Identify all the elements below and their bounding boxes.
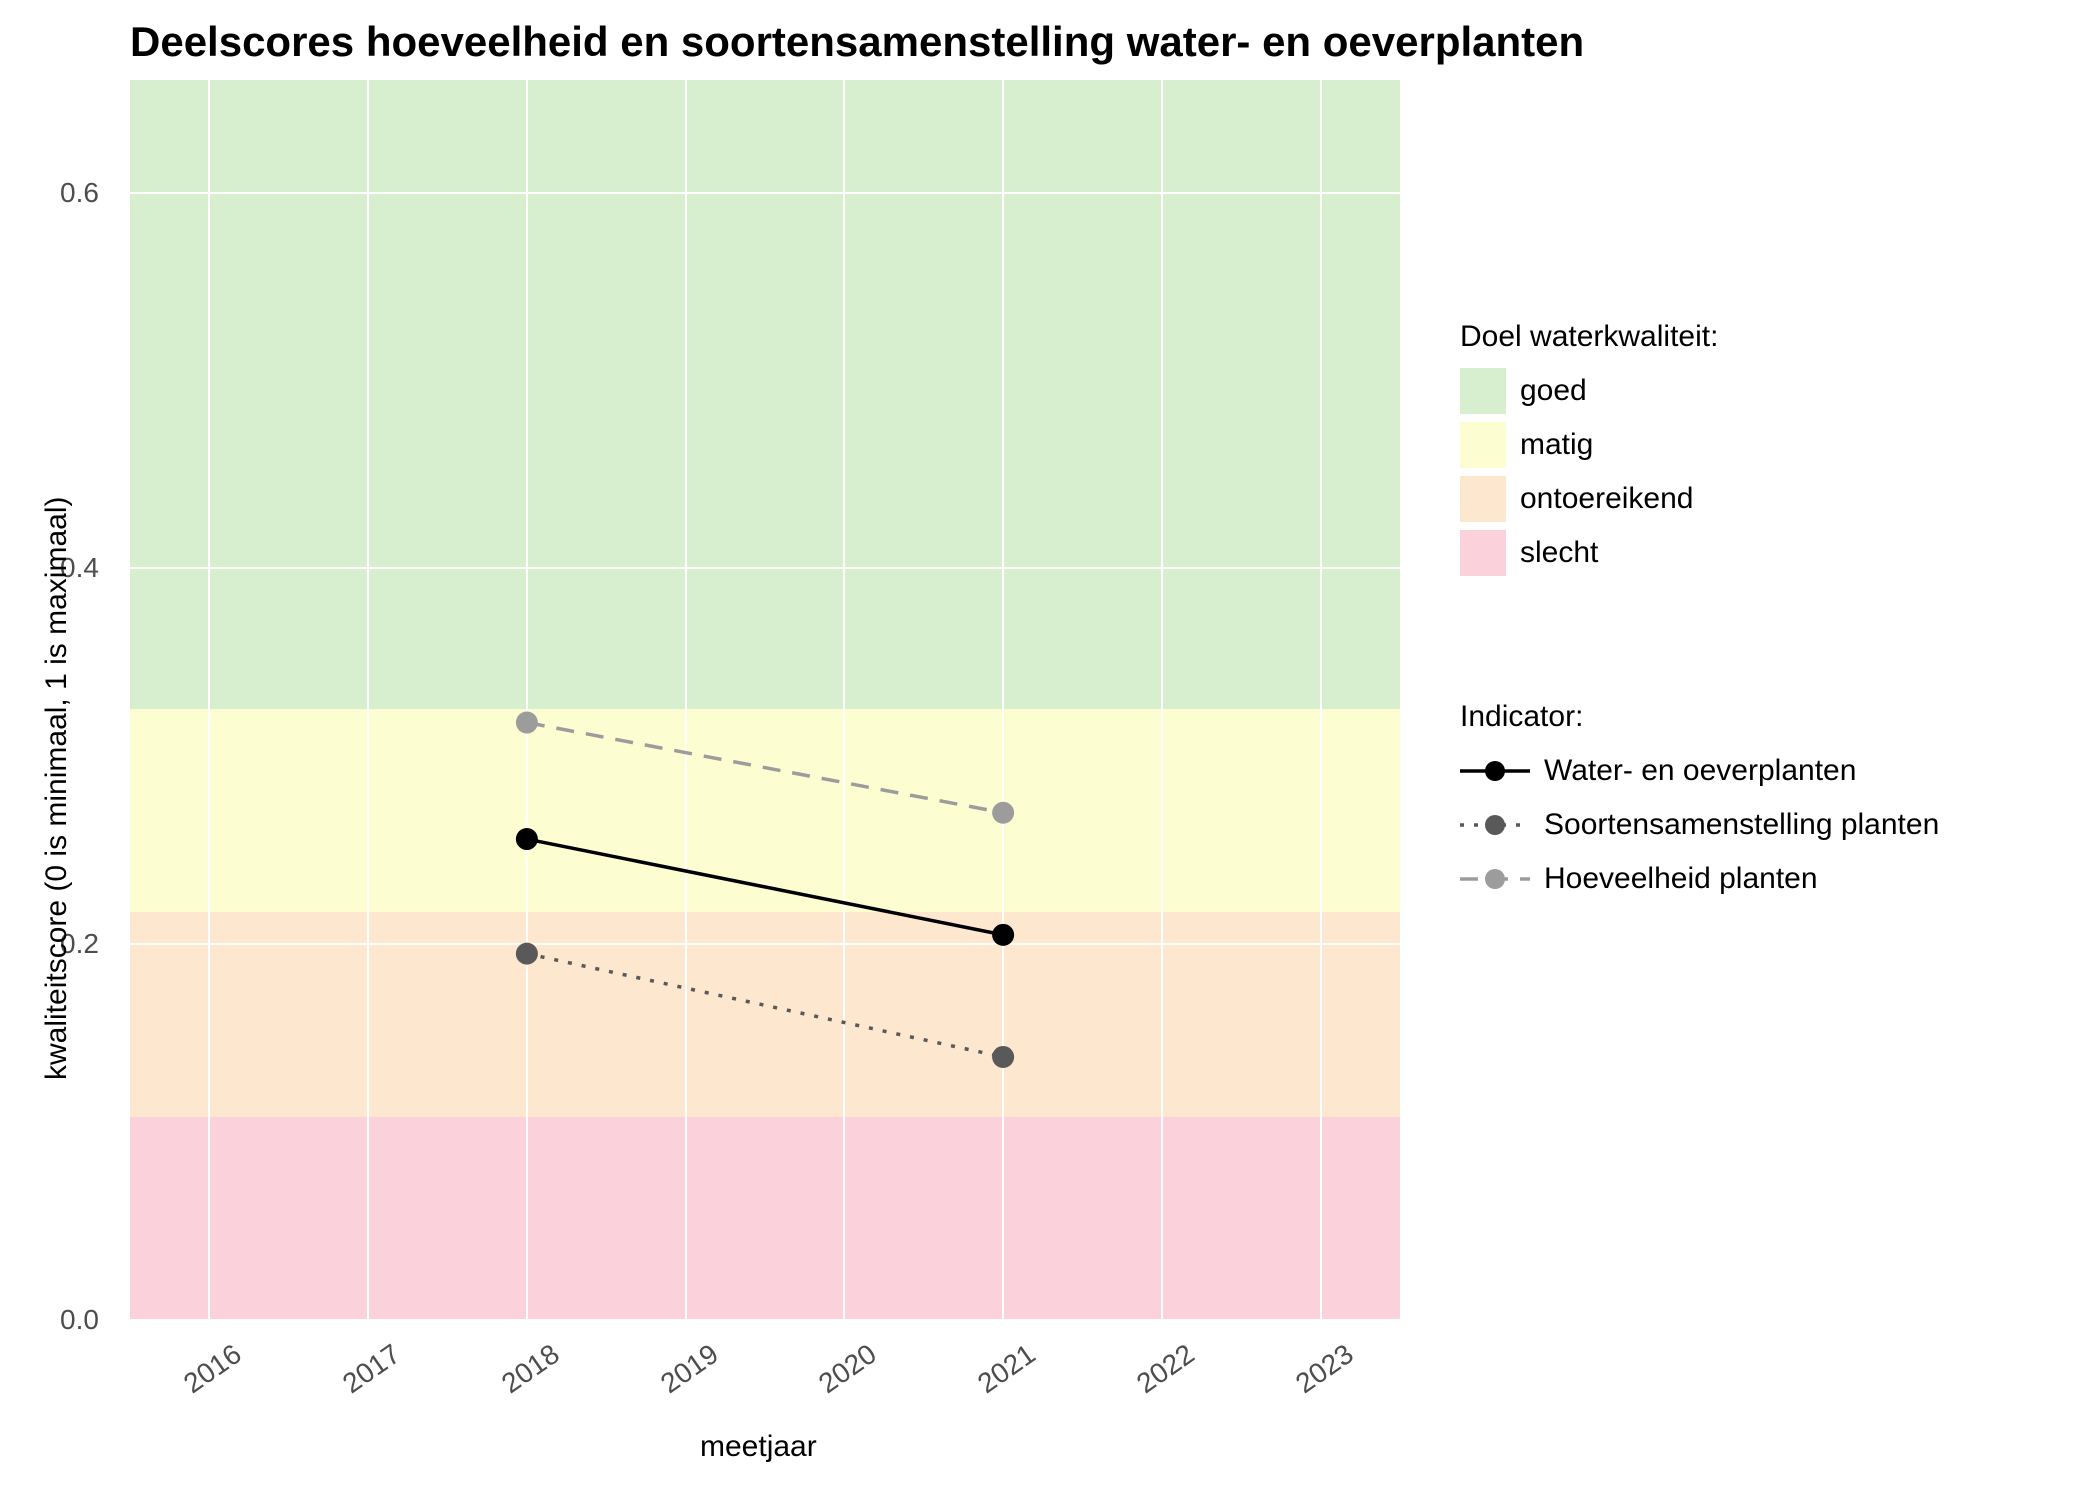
legend-item-ontoereikend: ontoereikend [1460, 476, 1718, 522]
legend-item-goed: goed [1460, 368, 1718, 414]
x-tick-label: 2020 [799, 1338, 883, 1410]
series-line [527, 723, 1003, 813]
x-tick-label: 2023 [1275, 1338, 1359, 1410]
legend-swatch [1460, 368, 1506, 414]
legend-label: Soortensamenstelling planten [1544, 808, 1939, 842]
legend-label: matig [1520, 428, 1593, 462]
legend-item-slecht: slecht [1460, 530, 1718, 576]
data-point [992, 924, 1014, 946]
data-point [516, 828, 538, 850]
legend-indicator: Indicator: Water- en oeverplanten Soorten… [1460, 700, 1939, 910]
legend-swatch [1460, 476, 1506, 522]
legend-swatch [1460, 530, 1506, 576]
legend-indicator-title: Indicator: [1460, 700, 1939, 734]
legend-item-series: Soortensamenstelling planten [1460, 802, 1939, 848]
series-line [527, 839, 1003, 935]
y-axis-label: kwaliteitscore (0 is minimaal, 1 is maxi… [40, 497, 74, 1080]
legend-label: ontoereikend [1520, 482, 1693, 516]
legend-line-swatch [1460, 810, 1530, 840]
x-axis-label: meetjaar [700, 1430, 817, 1464]
chart-title: Deelscores hoeveelheid en soortensamenst… [130, 18, 1584, 66]
legend-line-swatch [1460, 756, 1530, 786]
y-tick-label: 0.0 [60, 1304, 99, 1336]
legend-quality: Doel waterkwaliteit: goed matig ontoereike… [1460, 320, 1718, 584]
x-tick-label: 2021 [958, 1338, 1042, 1410]
y-tick-label: 0.6 [60, 177, 99, 209]
data-point [992, 1046, 1014, 1068]
data-point [992, 802, 1014, 824]
legend-label: Water- en oeverplanten [1544, 754, 1856, 788]
legend-quality-title: Doel waterkwaliteit: [1460, 320, 1718, 354]
legend-item-matig: matig [1460, 422, 1718, 468]
series-line [527, 954, 1003, 1057]
data-point [516, 943, 538, 965]
data-point [516, 712, 538, 734]
legend-label: Hoeveelheid planten [1544, 862, 1818, 896]
x-tick-label: 2016 [164, 1338, 248, 1410]
legend-label: slecht [1520, 536, 1598, 570]
legend-item-series: Hoeveelheid planten [1460, 856, 1939, 902]
x-tick-label: 2019 [640, 1338, 724, 1410]
x-tick-label: 2022 [1116, 1338, 1200, 1410]
legend-swatch [1460, 422, 1506, 468]
x-tick-label: 2017 [323, 1338, 407, 1410]
plot-area: 0.00.20.40.62016201720182019202020212022… [130, 80, 1400, 1320]
x-tick-label: 2018 [481, 1338, 565, 1410]
legend-item-series: Water- en oeverplanten [1460, 748, 1939, 794]
legend-line-swatch [1460, 864, 1530, 894]
legend-label: goed [1520, 374, 1587, 408]
